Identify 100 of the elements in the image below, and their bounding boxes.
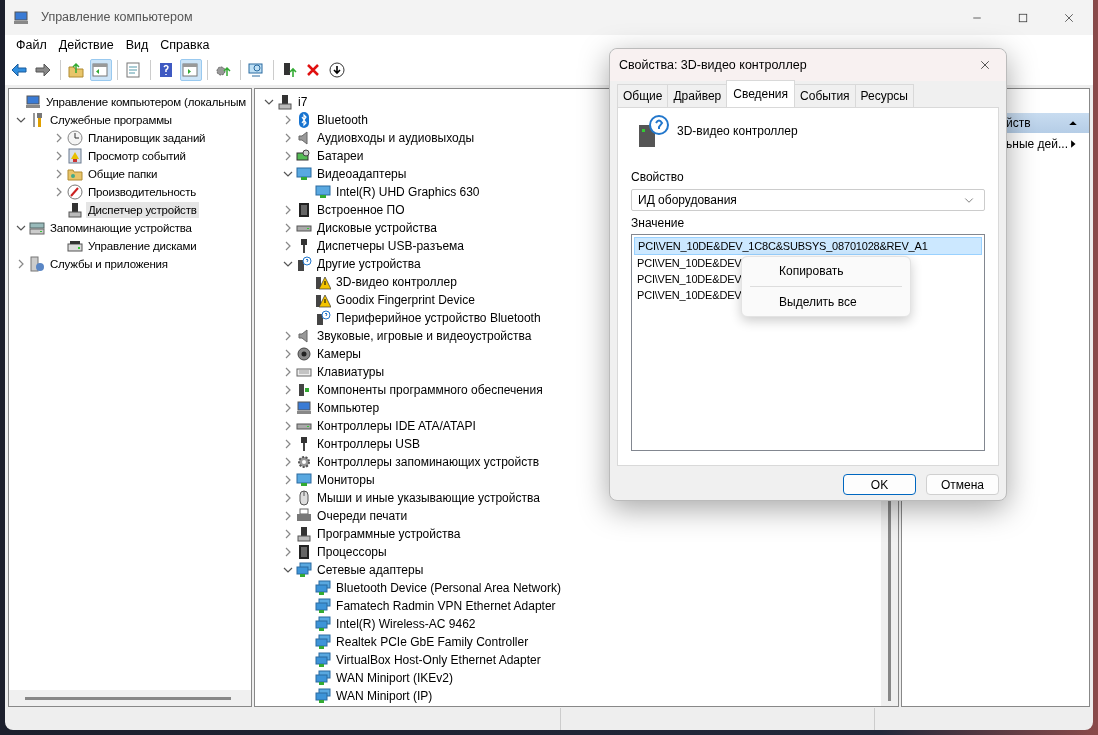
tree-item[interactable]: Служебные программы (48, 112, 174, 128)
tree-item[interactable]: i7 (296, 94, 310, 110)
tree-item[interactable]: Контроллеры IDE ATA/ATAPI (315, 418, 478, 434)
tree-item[interactable]: Intel(R) Wireless-AC 9462 (334, 616, 478, 632)
tree-item[interactable]: Звуковые, игровые и видеоустройства (315, 328, 534, 344)
menu-item[interactable]: Копировать (742, 260, 910, 282)
tree-item[interactable]: Просмотр событий (86, 148, 188, 164)
pane-header[interactable]: йств (1006, 114, 1031, 132)
tree-item[interactable]: Периферийное устройство Bluetooth (334, 310, 543, 326)
tree-item[interactable]: Компоненты программного обеспечения (315, 382, 545, 398)
tree-item[interactable]: Камеры (315, 346, 363, 362)
tree-item[interactable]: Видеоадаптеры (315, 166, 409, 182)
scrollbar-thumb[interactable] (888, 501, 892, 701)
tree-item[interactable]: Мониторы (315, 472, 377, 488)
tree-item[interactable]: Службы и приложения (48, 256, 170, 272)
properties-icon (124, 62, 141, 78)
menu-item[interactable]: Файл (10, 35, 53, 55)
tab[interactable]: Общие (617, 84, 669, 107)
action-pane-button[interactable] (180, 59, 202, 81)
arrow-left-icon (10, 62, 27, 78)
close-icon[interactable] (978, 59, 991, 71)
device-name: 3D-видео контроллер (677, 123, 798, 140)
monitor-icon (296, 472, 313, 488)
tree-item[interactable]: Диспетчеры USB-разъема (315, 238, 466, 254)
tree-item[interactable]: Famatech Radmin VPN Ethernet Adapter (334, 598, 558, 614)
question-icon (296, 256, 313, 272)
list-item[interactable]: PCI\VEN_10DE&DEV (634, 271, 742, 287)
network-icon (315, 652, 332, 668)
tree-pane-button[interactable] (90, 59, 112, 81)
folder-up-icon (67, 62, 84, 78)
network-icon (315, 670, 332, 686)
network-icon (315, 634, 332, 650)
tree-item[interactable]: Планировщик заданий (86, 130, 208, 146)
folder-icon (67, 166, 83, 182)
tree-item[interactable]: Диспетчер устройств (86, 202, 199, 218)
horizontal-scrollbar[interactable] (9, 690, 252, 706)
tree-item[interactable]: Клавиатуры (315, 364, 387, 380)
tree-item[interactable]: Программные устройства (315, 526, 463, 542)
tree-item[interactable]: Мыши и иные указывающие устройства (315, 490, 542, 506)
help-icon (157, 62, 174, 78)
warning-icon (315, 292, 332, 308)
tree-item[interactable]: Компьютер (315, 400, 382, 416)
arrow-right-icon (34, 62, 51, 78)
computer-icon (13, 10, 29, 27)
tree-item[interactable]: Аудиовходы и аудиовыходы (315, 130, 477, 146)
gauge-icon (67, 184, 83, 200)
tree-item[interactable]: WAN Miniport (IKEv2) (334, 670, 455, 686)
tree-item[interactable]: Realtek PCIe GbE Family Controller (334, 634, 531, 650)
tree-item[interactable]: Bluetooth (315, 112, 370, 128)
close-icon[interactable] (1062, 11, 1075, 24)
services-icon (29, 256, 45, 272)
tree-item[interactable]: Общие папки (86, 166, 160, 182)
action-link[interactable]: ьные дей... (1006, 135, 1068, 153)
tree-item[interactable]: Управление компьютером (локальным (44, 94, 248, 110)
tree-item[interactable]: Контроллеры USB (315, 436, 422, 452)
computer-icon (296, 400, 313, 416)
menu-item[interactable]: Действие (52, 35, 120, 55)
tree-item[interactable]: Встроенное ПО (315, 202, 407, 218)
submenu-arrow-icon (1068, 139, 1078, 149)
maximize-icon[interactable] (1016, 11, 1029, 24)
tree-item[interactable]: Запоминающие устройства (48, 220, 194, 236)
menu-item[interactable]: Справка (154, 35, 216, 55)
log-icon (67, 148, 83, 164)
scrollbar-thumb[interactable] (25, 696, 232, 700)
down-arrow-circle-icon (328, 62, 345, 78)
tree-item[interactable]: WAN Miniport (IP) (334, 688, 435, 704)
device-icon (67, 202, 83, 218)
tree-item[interactable]: Управление дисками (86, 238, 199, 254)
menu-item[interactable]: Выделить все (742, 291, 910, 313)
tree-item[interactable]: Другие устройства (315, 256, 423, 272)
dialog-button[interactable]: OK (843, 474, 916, 495)
tree-item[interactable]: Батареи (315, 148, 366, 164)
tree-item[interactable]: Intel(R) UHD Graphics 630 (334, 184, 482, 200)
question-icon (315, 310, 332, 326)
property-dropdown[interactable]: ИД оборудования (631, 189, 985, 211)
tree-item[interactable]: Дисковые устройства (315, 220, 439, 236)
tab[interactable]: Сведения (726, 80, 796, 107)
menu-item[interactable]: Вид (119, 35, 155, 55)
tree-item[interactable]: Goodix Fingerprint Device (334, 292, 477, 308)
delete-icon (304, 62, 321, 78)
tree-item[interactable]: 3D-видео контроллер (334, 274, 459, 290)
clock-icon (67, 130, 83, 146)
battery-icon (296, 148, 313, 164)
gear-icon (296, 454, 313, 470)
monitor-search-icon (247, 62, 264, 78)
tree-item[interactable]: Bluetooth Device (Personal Area Network) (334, 580, 563, 596)
list-item[interactable]: PCI\VEN_10DE&DEV (634, 287, 742, 303)
list-item[interactable]: PCI\VEN_10DE&DEV_1C8C&SUBSYS_08701028&REV_A1 (634, 237, 982, 255)
tree-item[interactable]: Процессоры (315, 544, 389, 560)
tree-item[interactable]: Производительность (86, 184, 199, 200)
storage-icon (29, 220, 45, 236)
dialog-title: Свойства: 3D-видео контроллер (619, 56, 807, 74)
tree-item[interactable]: Контроллеры запоминающих устройств (315, 454, 542, 470)
tree-item[interactable]: VirtualBox Host-Only Ethernet Adapter (334, 652, 543, 668)
tree-item[interactable]: Очереди печати (315, 508, 410, 524)
tab[interactable]: Ресурсы (854, 84, 914, 107)
network-icon (315, 580, 332, 596)
dialog-button[interactable]: Отмена (926, 474, 999, 495)
tree-item[interactable]: Сетевые адаптеры (315, 562, 426, 578)
list-item[interactable]: PCI\VEN_10DE&DEV (634, 255, 742, 271)
